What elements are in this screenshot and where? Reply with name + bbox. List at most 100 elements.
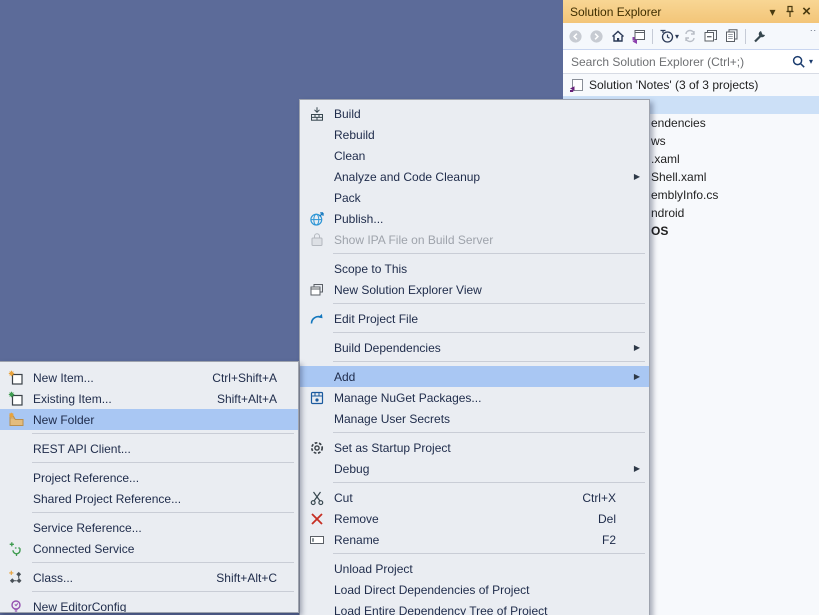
menu-item-show-ipa-file: Show IPA File on Build Server (300, 229, 649, 250)
project-context-menu: Build Rebuild Clean Analyze and Code Cle… (299, 99, 650, 615)
search-box: ▾ (563, 50, 819, 74)
collapse-all-icon (703, 28, 719, 44)
menu-item-edit-project-file[interactable]: Edit Project File (300, 308, 649, 329)
show-all-files-icon (724, 28, 740, 44)
collapse-all-button[interactable] (700, 26, 721, 47)
menu-item-rename[interactable]: Rename F2 (300, 529, 649, 550)
close-icon: × (802, 3, 811, 20)
menu-item-build[interactable]: Build (300, 103, 649, 124)
pin-button[interactable] (781, 3, 798, 20)
menu-item-pack[interactable]: Pack (300, 187, 649, 208)
pin-icon (784, 5, 796, 19)
sync-with-active-document-button[interactable] (679, 26, 700, 47)
menu-separator (32, 512, 294, 513)
search-icon[interactable] (792, 55, 806, 69)
overflow-icon: .. (810, 23, 817, 33)
menu-item-remove[interactable]: Remove Del (300, 508, 649, 529)
solution-explorer-titlebar[interactable]: Solution Explorer ▾ × (563, 0, 819, 23)
menu-separator (32, 433, 294, 434)
sync-icon (682, 28, 698, 44)
forward-icon (589, 29, 604, 44)
menu-item-add[interactable]: Add▶ (300, 366, 649, 387)
menu-separator (32, 462, 294, 463)
cut-scissors-icon (300, 490, 334, 506)
solution-label: Solution 'Notes' (3 of 3 projects) (589, 78, 758, 92)
rename-icon (300, 532, 334, 548)
editorconfig-lightbulb-icon (0, 599, 33, 614)
chevron-down-icon: ▾ (809, 57, 813, 66)
search-input[interactable] (569, 54, 792, 70)
menu-item-service-reference[interactable]: Service Reference... (0, 517, 298, 538)
menu-item-load-entire-dependency-tree[interactable]: Load Entire Dependency Tree of Project (300, 600, 649, 615)
back-icon (568, 29, 583, 44)
filter-clock-icon (659, 28, 675, 44)
menu-item-existing-item[interactable]: Existing Item... Shift+Alt+A (0, 388, 298, 409)
toolbar-separator (652, 29, 653, 44)
properties-button[interactable] (749, 26, 770, 47)
back-button[interactable] (565, 26, 586, 47)
tree-row-solution[interactable]: Solution 'Notes' (3 of 3 projects) (563, 74, 819, 96)
ipa-file-icon (300, 232, 334, 248)
menu-item-debug[interactable]: Debug▶ (300, 458, 649, 479)
toolbar-overflow-button[interactable]: .. (810, 23, 817, 33)
menu-item-project-reference[interactable]: Project Reference... (0, 467, 298, 488)
class-icon (0, 570, 33, 586)
build-icon (300, 106, 334, 122)
menu-item-manage-user-secrets[interactable]: Manage User Secrets (300, 408, 649, 429)
menu-item-unload-project[interactable]: Unload Project (300, 558, 649, 579)
window-position-menu-button[interactable]: ▾ (764, 3, 781, 20)
menu-separator (333, 332, 645, 333)
menu-separator (333, 553, 645, 554)
menu-item-connected-service[interactable]: Connected Service (0, 538, 298, 559)
submenu-arrow-icon: ▶ (630, 372, 644, 381)
edit-project-file-icon (300, 311, 334, 327)
menu-item-new-folder[interactable]: New Folder (0, 409, 298, 430)
home-icon (610, 28, 626, 44)
menu-separator (333, 303, 645, 304)
menu-item-cut[interactable]: Cut Ctrl+X (300, 487, 649, 508)
wrench-icon (752, 28, 768, 44)
new-item-icon (0, 370, 33, 386)
close-button[interactable]: × (798, 3, 815, 20)
forward-button[interactable] (586, 26, 607, 47)
switch-views-icon (631, 28, 647, 44)
menu-item-new-item[interactable]: New Item... Ctrl+Shift+A (0, 367, 298, 388)
startup-gear-icon (300, 440, 334, 456)
menu-separator (333, 361, 645, 362)
show-all-files-button[interactable] (721, 26, 742, 47)
menu-item-class[interactable]: Class... Shift+Alt+C (0, 567, 298, 588)
menu-separator (333, 482, 645, 483)
vs-main-window: Solution Explorer ▾ × ▾ .. ▾ (0, 0, 819, 615)
panel-title: Solution Explorer (570, 5, 764, 19)
add-submenu: New Item... Ctrl+Shift+A Existing Item..… (0, 361, 299, 613)
chevron-down-icon: ▾ (769, 5, 775, 19)
menu-separator (32, 591, 294, 592)
menu-item-new-editorconfig[interactable]: New EditorConfig (0, 596, 298, 613)
nuget-icon (300, 390, 334, 406)
menu-item-manage-nuget-packages[interactable]: Manage NuGet Packages... (300, 387, 649, 408)
existing-item-icon (0, 391, 33, 407)
solution-icon (569, 78, 584, 93)
menu-item-new-solution-explorer-view[interactable]: New Solution Explorer View (300, 279, 649, 300)
solution-explorer-toolbar: ▾ .. (563, 23, 819, 50)
submenu-arrow-icon: ▶ (630, 464, 644, 473)
menu-item-publish[interactable]: Publish... (300, 208, 649, 229)
home-button[interactable] (607, 26, 628, 47)
publish-globe-icon (300, 211, 334, 227)
menu-item-load-direct-dependencies[interactable]: Load Direct Dependencies of Project (300, 579, 649, 600)
menu-item-set-as-startup-project[interactable]: Set as Startup Project (300, 437, 649, 458)
search-options-dropdown[interactable]: ▾ (809, 57, 813, 66)
menu-separator (32, 562, 294, 563)
new-solution-explorer-view-icon (300, 282, 334, 298)
menu-separator (333, 253, 645, 254)
menu-item-shared-project-reference[interactable]: Shared Project Reference... (0, 488, 298, 509)
menu-item-rest-api-client[interactable]: REST API Client... (0, 438, 298, 459)
menu-item-rebuild[interactable]: Rebuild (300, 124, 649, 145)
switch-views-button[interactable] (628, 26, 649, 47)
submenu-arrow-icon: ▶ (630, 343, 644, 352)
menu-item-analyze-and-code-cleanup[interactable]: Analyze and Code Cleanup▶ (300, 166, 649, 187)
menu-item-clean[interactable]: Clean (300, 145, 649, 166)
menu-item-build-dependencies[interactable]: Build Dependencies▶ (300, 337, 649, 358)
menu-item-scope-to-this[interactable]: Scope to This (300, 258, 649, 279)
pending-changes-filter-button[interactable] (656, 26, 677, 47)
